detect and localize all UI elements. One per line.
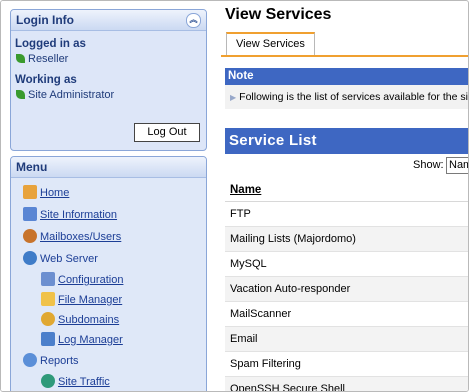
site-info-icon	[23, 207, 37, 221]
reports-icon	[23, 353, 37, 367]
service-table: Name FTP Mailing Lists (Majordomo) MySQL…	[225, 177, 468, 391]
subdomains-icon	[41, 312, 55, 326]
working-as-label: Working as	[15, 74, 77, 86]
user-icon	[16, 90, 25, 99]
menu-item-subdomains[interactable]: Subdomains	[41, 312, 119, 326]
table-row[interactable]: MySQL	[225, 252, 468, 277]
page-title: View Services	[225, 6, 332, 23]
menu-item-log-manager[interactable]: Log Manager	[41, 332, 123, 346]
column-header-name[interactable]: Name	[225, 177, 468, 202]
table-row[interactable]: Mailing Lists (Majordomo)	[225, 227, 468, 252]
globe-icon	[23, 251, 37, 265]
login-info-title: Login Info	[16, 13, 74, 27]
home-icon	[23, 185, 37, 199]
tab-bar: View Services	[221, 29, 468, 57]
menu-item-file-manager[interactable]: File Manager	[41, 292, 122, 306]
show-filter-bar: Show: Name	[225, 154, 468, 177]
menu-item-web-server[interactable]: Web Server	[23, 251, 98, 265]
logged-in-value: Reseller	[16, 53, 68, 65]
menu-panel: Menu Home Site Information Mailboxes/Use…	[10, 156, 207, 391]
note-header: Note	[225, 68, 468, 85]
table-row[interactable]: MailScanner	[225, 302, 468, 327]
user-icon	[16, 54, 25, 63]
collapse-icon[interactable]: ︽	[186, 13, 201, 28]
window: Login Info ︽ Logged in as Reseller Worki…	[0, 0, 469, 392]
left-sidebar: Login Info ︽ Logged in as Reseller Worki…	[1, 1, 211, 391]
note-text: Following is the list of services availa…	[239, 91, 469, 103]
users-icon	[23, 229, 37, 243]
working-as-value: Site Administrator	[16, 89, 114, 101]
folder-icon	[41, 292, 55, 306]
logged-in-label: Logged in as	[15, 38, 86, 50]
arrow-right-icon: ▶	[230, 93, 237, 102]
menu-item-mailboxes-users[interactable]: Mailboxes/Users	[23, 229, 121, 243]
table-row[interactable]: OpenSSH Secure Shell	[225, 377, 468, 391]
table-row[interactable]: Spam Filtering	[225, 352, 468, 377]
table-row[interactable]: FTP	[225, 202, 468, 227]
menu-item-home[interactable]: Home	[23, 185, 69, 199]
menu-title: Menu	[16, 160, 48, 174]
logout-button[interactable]: Log Out	[134, 123, 200, 142]
tab-view-services[interactable]: View Services	[226, 32, 315, 55]
config-icon	[41, 272, 55, 286]
menu-item-reports[interactable]: Reports	[23, 353, 79, 367]
traffic-icon	[41, 374, 55, 388]
show-label: Show:	[413, 159, 444, 171]
show-select[interactable]: Name	[446, 157, 468, 174]
menu-header: Menu	[11, 157, 206, 178]
table-row[interactable]: Email	[225, 327, 468, 352]
service-list-header: Service List	[225, 128, 468, 154]
menu-item-configuration[interactable]: Configuration	[41, 272, 123, 286]
login-info-panel: Login Info ︽ Logged in as Reseller Worki…	[10, 9, 207, 151]
login-info-header: Login Info ︽	[11, 10, 206, 31]
table-row[interactable]: Vacation Auto-responder	[225, 277, 468, 302]
menu-item-site-traffic[interactable]: Site Traffic	[41, 374, 110, 388]
note-body: ▶ Following is the list of services avail…	[225, 85, 469, 109]
log-icon	[41, 332, 55, 346]
menu-item-site-information[interactable]: Site Information	[23, 207, 117, 221]
